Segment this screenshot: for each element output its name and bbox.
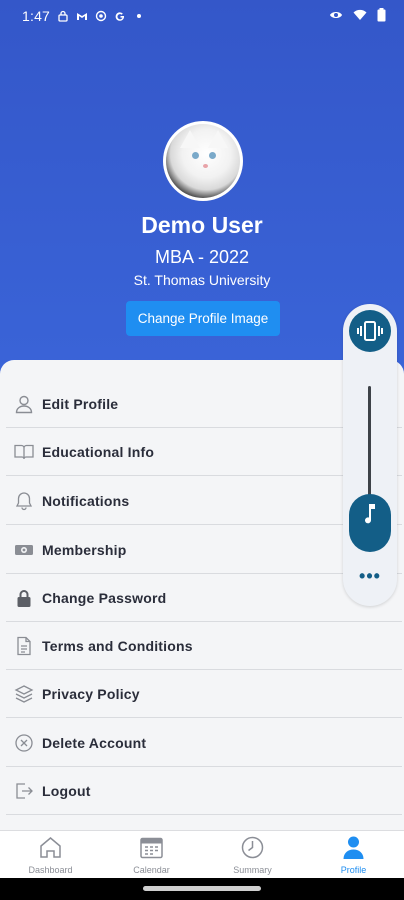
menu-item-privacy-policy[interactable]: Privacy Policy [6,670,402,718]
volume-more-button[interactable]: ••• [343,566,397,587]
calendar-icon [140,837,163,859]
money-icon [15,544,33,555]
person-icon [343,836,364,859]
music-note-icon [365,504,375,524]
close-circle-icon [15,733,33,752]
profile-school: St. Thomas University [133,272,271,288]
ringer-mode-button[interactable] [349,310,391,352]
google-icon [115,12,125,21]
wifi-icon [353,9,367,20]
menu-item-label: Terms and Conditions [42,637,193,654]
menu-item-delete-account[interactable]: Delete Account [6,719,402,767]
menu-item-label: Privacy Policy [42,685,140,702]
document-icon [17,636,31,655]
home-icon [40,837,61,858]
tab-calendar[interactable]: Calendar [101,831,202,879]
lock-icon [58,10,68,22]
home-gesture-handle[interactable] [143,886,261,891]
bell-icon [15,491,33,510]
tab-dashboard[interactable]: Dashboard [0,831,101,879]
eye-icon [330,12,342,18]
menu-item-label: Edit Profile [42,395,119,412]
tab-label: Summary [233,865,272,875]
menu-item-label: Membership [42,541,127,558]
tab-label: Profile [340,865,367,875]
menu-item-label: Notifications [42,492,130,509]
layers-icon [14,684,34,703]
avatar-image [166,124,240,198]
tab-profile[interactable]: Profile [303,831,404,879]
bottom-tab-bar: Dashboard Calendar Summary Profile [0,830,404,878]
lock-icon [17,589,31,607]
person-icon [15,395,33,413]
menu-item-terms-and-conditions[interactable]: Terms and Conditions [6,622,402,670]
profile-name: Demo User [141,212,263,238]
status-bar: 1:47 [0,0,404,32]
volume-panel: ••• [343,304,397,606]
system-nav-bar [0,878,404,900]
menu-item-logout[interactable]: Logout [6,767,402,815]
menu-item-label: Educational Info [42,443,155,460]
book-icon [14,444,34,459]
volume-track[interactable] [368,386,371,496]
gmail-icon [77,13,88,20]
vibrate-icon [357,321,383,341]
circle-icon [95,10,107,22]
dot-icon [137,14,142,18]
tab-label: Calendar [133,865,170,875]
status-time: 1:47 [22,8,51,24]
avatar[interactable] [163,121,243,201]
tab-label: Dashboard [28,865,73,875]
change-profile-image-button[interactable]: Change Profile Image [126,301,280,336]
menu-item-label: Logout [42,782,91,799]
menu-item-label: Change Password [42,589,167,606]
volume-slider-thumb[interactable] [349,494,391,552]
battery-icon [377,8,386,22]
profile-degree: MBA - 2022 [154,247,250,267]
clock-icon [241,836,264,859]
menu-item-label: Delete Account [42,734,147,751]
logout-icon [16,782,33,799]
tab-summary[interactable]: Summary [202,831,303,879]
